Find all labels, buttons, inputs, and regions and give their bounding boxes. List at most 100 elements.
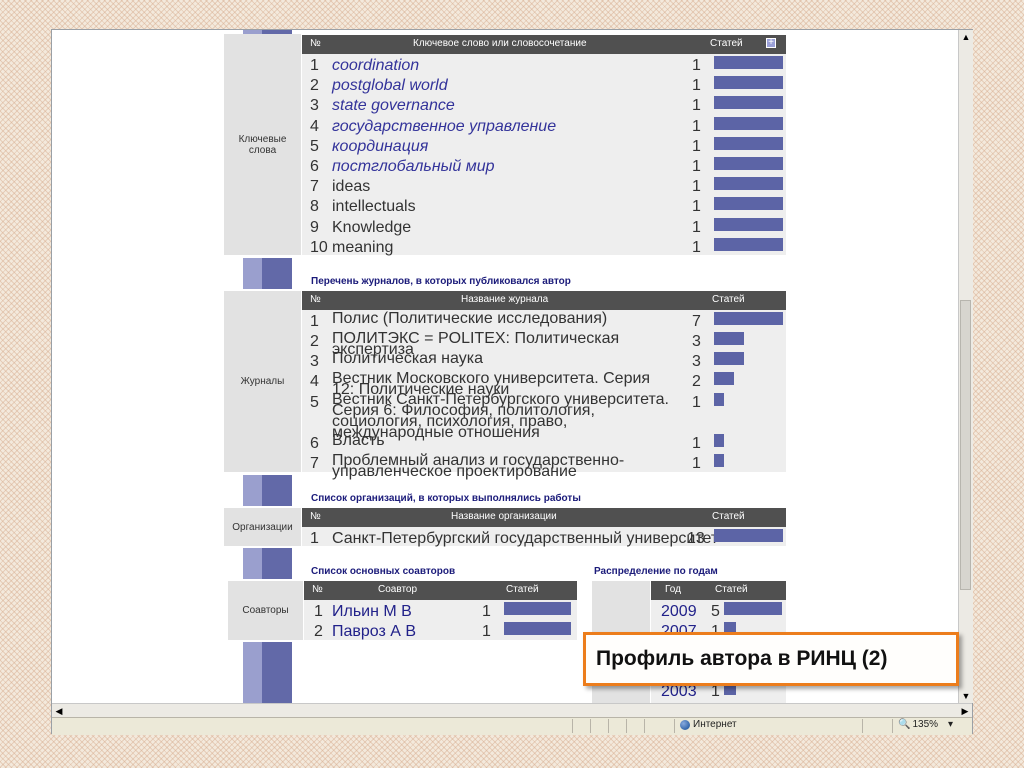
keyword-link[interactable]: meaning — [332, 239, 393, 257]
row-count: 1 — [482, 603, 491, 620]
journals-side-text: Журналы — [240, 376, 285, 387]
keyword-link[interactable]: постглобальный мир — [332, 158, 495, 176]
keywords-side-text: Ключевые слова — [238, 133, 287, 156]
row-count: 5 — [711, 603, 720, 620]
row-number: 5 — [310, 394, 319, 411]
row-number: 1 — [310, 530, 319, 547]
org-row: 1 Санкт-Петербургский государственный уни… — [302, 527, 786, 548]
row-number: 8 — [310, 198, 319, 216]
journals-table-body: 1 Полис (Политические исследования) 7 2 ПОЛИ… — [302, 310, 786, 480]
keyword-row: 5 координация 1 — [302, 135, 786, 155]
col-count: Статей — [506, 584, 539, 595]
coauthor-link[interactable]: Ильин М В — [332, 603, 412, 621]
keyword-link[interactable]: coordination — [332, 57, 419, 75]
status-divider — [862, 719, 863, 733]
coauthor-row: 2 Павроз А В 1 — [304, 620, 577, 640]
zone-label: Интернет — [693, 719, 737, 730]
count-bar — [714, 56, 783, 69]
count-bar — [714, 136, 783, 150]
scroll-up-arrow-icon[interactable]: ▲ — [959, 30, 973, 44]
orgs-side-text: Организации — [232, 521, 293, 533]
keyword-row: 10 meaning 1 — [302, 236, 786, 256]
count-bar — [504, 602, 571, 615]
page-viewport: Ключевые слова № Ключевое слово или слов… — [52, 30, 958, 703]
status-divider — [892, 719, 893, 733]
journal-row: 2 ПОЛИТЭКС = POLITEX: Политическая экспер… — [302, 330, 786, 358]
keyword-link[interactable]: postglobal world — [332, 77, 448, 95]
orgs-table-body: 1 Санкт-Петербургский государственный уни… — [302, 527, 786, 548]
scroll-right-arrow-icon[interactable]: ▶ — [958, 704, 972, 718]
journal-link[interactable]: Власть — [332, 433, 672, 449]
col-count: Статей — [712, 511, 745, 522]
count-bar — [714, 434, 724, 447]
row-number: 4 — [310, 117, 319, 135]
internet-globe-icon — [680, 719, 690, 730]
keywords-header: № Ключевое слово или словосочетание Стат… — [302, 35, 786, 54]
security-zone[interactable]: Интернет — [680, 719, 737, 730]
count-bar — [714, 157, 783, 170]
vertical-scrollbar[interactable]: ▲ ▼ — [958, 30, 973, 703]
journal-row: 3 Политическая наука 3 — [302, 350, 786, 370]
count-bar — [714, 352, 744, 365]
expand-plus-icon[interactable]: + — [766, 38, 776, 48]
keyword-link[interactable]: ideas — [332, 178, 370, 196]
col-count: Статей — [710, 38, 743, 49]
coauthors-header: № Соавтор Статей — [304, 581, 577, 600]
col-no: № — [310, 38, 321, 49]
col-count: Статей — [712, 294, 745, 305]
count-bar — [714, 96, 783, 110]
scroll-left-arrow-icon[interactable]: ◀ — [52, 704, 66, 718]
row-count: 2 — [692, 373, 701, 390]
journals-side-label: Журналы — [224, 291, 301, 472]
scroll-down-arrow-icon[interactable]: ▼ — [959, 689, 973, 703]
journal-link[interactable]: Политическая наука — [332, 351, 672, 367]
row-count: 3 — [692, 353, 701, 370]
row-count: 1 — [692, 455, 701, 472]
horizontal-scrollbar[interactable]: ◀ ▶ — [52, 703, 972, 718]
row-number: 6 — [310, 435, 319, 452]
keyword-link[interactable]: intellectuals — [332, 198, 416, 216]
count-bar — [714, 217, 783, 231]
keyword-link[interactable]: государственное управление — [332, 118, 556, 136]
col-keyword: Ключевое слово или словосочетание — [413, 38, 587, 49]
status-divider — [590, 719, 591, 733]
decor-block — [243, 258, 292, 289]
year-link[interactable]: 2009 — [661, 603, 697, 621]
keyword-link[interactable]: Knowledge — [332, 219, 411, 237]
row-number: 7 — [310, 455, 319, 472]
decor-block — [243, 548, 292, 579]
journal-row: 4 Вестник Московского университета. Серия… — [302, 370, 786, 398]
keyword-link[interactable]: координация — [332, 138, 428, 156]
journal-row: 7 Проблемный анализ и государственно-упра… — [302, 452, 786, 480]
keyword-link[interactable]: state governance — [332, 97, 455, 115]
row-number: 6 — [310, 158, 319, 175]
count-bar — [714, 237, 783, 251]
chevron-down-icon[interactable]: ▾ — [948, 719, 953, 730]
zoom-magnifier-icon: 🔍 — [898, 719, 911, 730]
journal-row: 1 Полис (Политические исследования) 7 — [302, 310, 786, 330]
row-number: 5 — [310, 137, 319, 155]
journal-link[interactable]: Полис (Политические исследования) — [332, 311, 672, 327]
org-link[interactable]: Санкт-Петербургский государственный унив… — [332, 530, 718, 548]
zoom-control[interactable]: 🔍 135% ▾ — [898, 719, 953, 730]
col-no: № — [310, 511, 321, 522]
row-count: 1 — [692, 218, 701, 236]
keyword-row: 3 state governance 1 — [302, 94, 786, 114]
row-number: 2 — [310, 77, 319, 95]
count-bar — [714, 332, 744, 345]
col-count: Статей — [715, 584, 748, 595]
coauthors-section-title: Список основных соавторов — [311, 566, 456, 577]
count-bar — [714, 312, 783, 325]
row-count: 1 — [692, 394, 701, 411]
journal-link[interactable]: Проблемный анализ и государственно-управ… — [332, 453, 672, 480]
decor-block — [243, 475, 292, 506]
orgs-side-label: Организации — [224, 508, 301, 546]
row-count: 1 — [692, 117, 701, 135]
scroll-thumb[interactable] — [960, 300, 971, 590]
coauthors-table-body: 1 Ильин М В 1 2 Павроз А В 1 — [304, 600, 577, 640]
row-number: 4 — [310, 373, 319, 390]
coauthor-link[interactable]: Павроз А В — [332, 623, 416, 641]
row-number: 9 — [310, 218, 319, 236]
row-count: 1 — [692, 238, 701, 256]
row-count: 1 — [692, 435, 701, 452]
